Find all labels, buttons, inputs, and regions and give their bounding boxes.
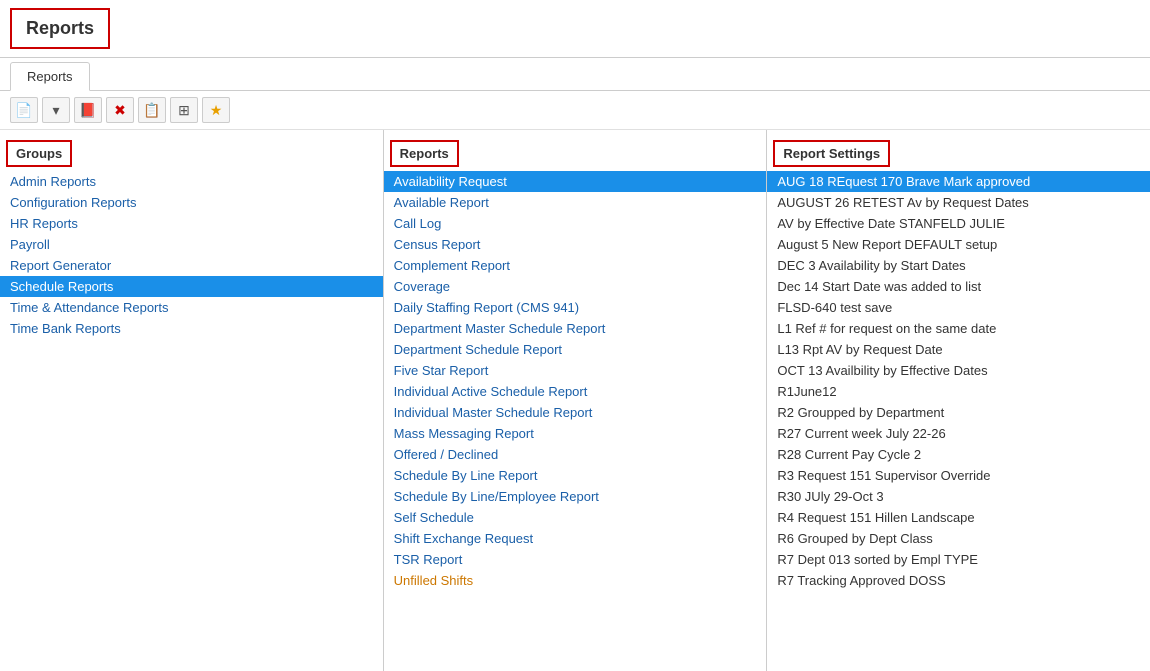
groups-panel-header: Groups xyxy=(6,140,72,167)
settings-list-item[interactable]: DEC 3 Availability by Start Dates xyxy=(767,255,1150,276)
settings-list-item[interactable]: R3 Request 151 Supervisor Override xyxy=(767,465,1150,486)
main-content: Groups Admin ReportsConfiguration Report… xyxy=(0,130,1150,671)
settings-list-item[interactable]: R6 Grouped by Dept Class xyxy=(767,528,1150,549)
reports-list-item[interactable]: Call Log xyxy=(384,213,767,234)
settings-list-item[interactable]: FLSD-640 test save xyxy=(767,297,1150,318)
reports-list-item[interactable]: Shift Exchange Request xyxy=(384,528,767,549)
reports-list-item[interactable]: Individual Master Schedule Report xyxy=(384,402,767,423)
tab-bar: Reports xyxy=(0,58,1150,91)
reports-list-item[interactable]: TSR Report xyxy=(384,549,767,570)
settings-list-item[interactable]: AUG 18 REquest 170 Brave Mark approved xyxy=(767,171,1150,192)
settings-list-item[interactable]: L1 Ref # for request on the same date xyxy=(767,318,1150,339)
groups-list-item[interactable]: Time Bank Reports xyxy=(0,318,383,339)
groups-header-wrap: Groups xyxy=(0,130,383,169)
reports-panel: Reports Availability RequestAvailable Re… xyxy=(384,130,768,671)
settings-list-item[interactable]: R7 Tracking Approved DOSS xyxy=(767,570,1150,591)
settings-list-item[interactable]: R28 Current Pay Cycle 2 xyxy=(767,444,1150,465)
new-doc-button[interactable]: 📄 xyxy=(10,97,38,123)
page-wrapper: Reports Reports 📄 ▾ 📕 ✖ 📋 ⊞ ★ Groups Adm… xyxy=(0,0,1150,671)
reports-list-item[interactable]: Daily Staffing Report (CMS 941) xyxy=(384,297,767,318)
groups-list-item[interactable]: Time & Attendance Reports xyxy=(0,297,383,318)
settings-list-item[interactable]: R30 JUly 29-Oct 3 xyxy=(767,486,1150,507)
reports-list-item[interactable]: Availability Request xyxy=(384,171,767,192)
table-button[interactable]: ⊞ xyxy=(170,97,198,123)
reports-list-item[interactable]: Schedule By Line Report xyxy=(384,465,767,486)
reports-list-item[interactable]: Unfilled Shifts xyxy=(384,570,767,591)
reports-list-item[interactable]: Department Master Schedule Report xyxy=(384,318,767,339)
settings-panel-header: Report Settings xyxy=(773,140,890,167)
settings-list-item[interactable]: R2 Groupped by Department xyxy=(767,402,1150,423)
groups-list-item[interactable]: Admin Reports xyxy=(0,171,383,192)
settings-list-item[interactable]: August 5 New Report DEFAULT setup xyxy=(767,234,1150,255)
settings-list-item[interactable]: OCT 13 Availbility by Effective Dates xyxy=(767,360,1150,381)
copy-button[interactable]: 📋 xyxy=(138,97,166,123)
delete-button[interactable]: ✖ xyxy=(106,97,134,123)
dropdown-button[interactable]: ▾ xyxy=(42,97,70,123)
page-title: Reports xyxy=(10,8,110,49)
reports-list-item[interactable]: Mass Messaging Report xyxy=(384,423,767,444)
reports-list-item[interactable]: Census Report xyxy=(384,234,767,255)
reports-list: Availability RequestAvailable ReportCall… xyxy=(384,171,767,671)
groups-list-item[interactable]: Payroll xyxy=(0,234,383,255)
title-bar-row: Reports xyxy=(0,0,1150,58)
reports-list-item[interactable]: Complement Report xyxy=(384,255,767,276)
reports-list-item[interactable]: Five Star Report xyxy=(384,360,767,381)
settings-list-item[interactable]: AUGUST 26 RETEST Av by Request Dates xyxy=(767,192,1150,213)
reports-header-wrap: Reports xyxy=(384,130,767,169)
groups-list: Admin ReportsConfiguration ReportsHR Rep… xyxy=(0,171,383,671)
groups-list-item[interactable]: Schedule Reports xyxy=(0,276,383,297)
groups-list-item[interactable]: Report Generator xyxy=(0,255,383,276)
groups-list-item[interactable]: HR Reports xyxy=(0,213,383,234)
tab-reports[interactable]: Reports xyxy=(10,62,90,91)
pdf-button[interactable]: 📕 xyxy=(74,97,102,123)
settings-list-item[interactable]: R4 Request 151 Hillen Landscape xyxy=(767,507,1150,528)
settings-list-item[interactable]: R7 Dept 013 sorted by Empl TYPE xyxy=(767,549,1150,570)
groups-panel: Groups Admin ReportsConfiguration Report… xyxy=(0,130,384,671)
reports-list-item[interactable]: Department Schedule Report xyxy=(384,339,767,360)
groups-list-item[interactable]: Configuration Reports xyxy=(0,192,383,213)
reports-list-item[interactable]: Self Schedule xyxy=(384,507,767,528)
reports-panel-header: Reports xyxy=(390,140,459,167)
settings-list-item[interactable]: L13 Rpt AV by Request Date xyxy=(767,339,1150,360)
reports-list-item[interactable]: Offered / Declined xyxy=(384,444,767,465)
settings-list-item[interactable]: AV by Effective Date STANFELD JULIE xyxy=(767,213,1150,234)
toolbar: 📄 ▾ 📕 ✖ 📋 ⊞ ★ xyxy=(0,91,1150,130)
reports-list-item[interactable]: Available Report xyxy=(384,192,767,213)
star-button[interactable]: ★ xyxy=(202,97,230,123)
reports-list-item[interactable]: Schedule By Line/Employee Report xyxy=(384,486,767,507)
reports-list-item[interactable]: Individual Active Schedule Report xyxy=(384,381,767,402)
settings-list-item[interactable]: R1June12 xyxy=(767,381,1150,402)
settings-list-item[interactable]: R27 Current week July 22-26 xyxy=(767,423,1150,444)
settings-header-wrap: Report Settings xyxy=(767,130,1150,169)
settings-panel: Report Settings AUG 18 REquest 170 Brave… xyxy=(767,130,1150,671)
settings-list: AUG 18 REquest 170 Brave Mark approvedAU… xyxy=(767,171,1150,671)
reports-list-item[interactable]: Coverage xyxy=(384,276,767,297)
settings-list-item[interactable]: Dec 14 Start Date was added to list xyxy=(767,276,1150,297)
